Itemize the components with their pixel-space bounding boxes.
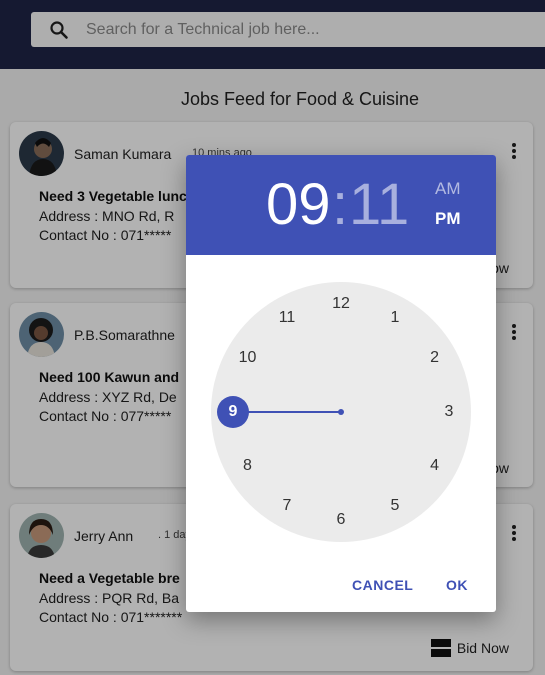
clock-number-12[interactable]: 12 (325, 294, 357, 314)
clock-number-6[interactable]: 6 (325, 510, 357, 530)
time-picker-dialog: 09 : 11 AM PM 12 1 2 3 4 5 6 7 8 9 10 11 CANCEL OK (186, 155, 496, 612)
cancel-button[interactable]: CANCEL (352, 577, 413, 593)
clock-number-3[interactable]: 3 (433, 402, 465, 422)
minutes-display[interactable]: 11 (349, 171, 409, 239)
am-toggle[interactable]: AM (435, 179, 461, 199)
clock-number-9[interactable]: 9 (217, 402, 249, 422)
clock-face[interactable]: 12 1 2 3 4 5 6 7 8 9 10 11 (211, 282, 471, 542)
clock-number-4[interactable]: 4 (419, 456, 451, 476)
ok-button[interactable]: OK (446, 577, 468, 593)
clock-center-dot (338, 409, 344, 415)
time-separator: : (332, 172, 349, 237)
clock-number-1[interactable]: 1 (379, 308, 411, 328)
pm-toggle[interactable]: PM (435, 209, 461, 229)
time-picker-header: 09 : 11 AM PM (186, 155, 496, 255)
clock-number-8[interactable]: 8 (231, 456, 263, 476)
hours-display[interactable]: 09 (266, 171, 331, 239)
clock-number-5[interactable]: 5 (379, 496, 411, 516)
clock-hand-layer (217, 396, 344, 428)
clock-number-10[interactable]: 10 (231, 348, 263, 368)
clock-number-7[interactable]: 7 (271, 496, 303, 516)
clock-number-2[interactable]: 2 (419, 348, 451, 368)
clock-number-11[interactable]: 11 (271, 308, 303, 328)
